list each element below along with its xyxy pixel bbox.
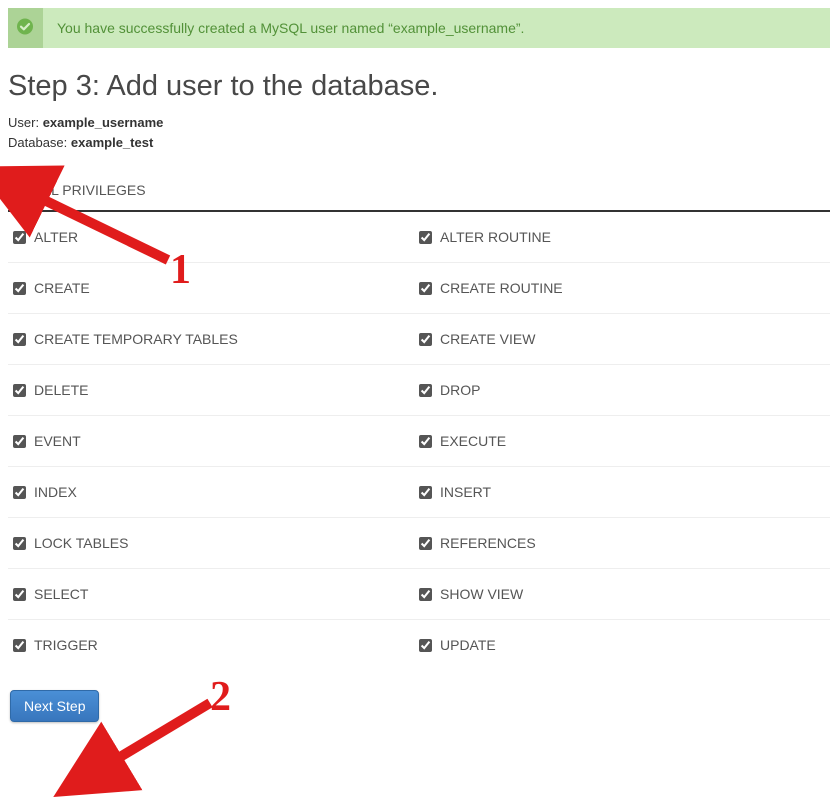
priv-references-checkbox[interactable] [419, 537, 432, 550]
priv-index-checkbox[interactable] [13, 486, 26, 499]
priv-label: SELECT [34, 586, 88, 602]
all-privileges-checkbox[interactable] [13, 184, 26, 197]
success-alert-text: You have successfully created a MySQL us… [57, 20, 524, 36]
success-alert: You have successfully created a MySQL us… [8, 8, 830, 48]
priv-drop-checkbox[interactable] [419, 384, 432, 397]
priv-label: DROP [440, 382, 480, 398]
meta-block: User: example_username Database: example… [8, 113, 830, 152]
priv-delete-checkbox[interactable] [13, 384, 26, 397]
priv-label: CREATE VIEW [440, 331, 535, 347]
priv-label: INSERT [440, 484, 491, 500]
privileges-box: ALL PRIVILEGES ALTER ALTER ROUTINE CREAT… [8, 170, 830, 670]
priv-show-view-checkbox[interactable] [419, 588, 432, 601]
priv-label: REFERENCES [440, 535, 536, 551]
priv-label: LOCK TABLES [34, 535, 128, 551]
next-step-button[interactable]: Next Step [10, 690, 99, 722]
priv-label: CREATE ROUTINE [440, 280, 563, 296]
check-circle-icon [16, 18, 34, 39]
priv-alter-routine-checkbox[interactable] [419, 231, 432, 244]
annotation-number-2: 2 [210, 674, 231, 720]
priv-label: UPDATE [440, 637, 496, 653]
priv-lock-tables-checkbox[interactable] [13, 537, 26, 550]
priv-label: CREATE TEMPORARY TABLES [34, 331, 238, 347]
priv-update-checkbox[interactable] [419, 639, 432, 652]
user-value: example_username [43, 115, 164, 130]
all-privileges-label: ALL PRIVILEGES [34, 182, 146, 198]
priv-label: SHOW VIEW [440, 586, 523, 602]
priv-insert-checkbox[interactable] [419, 486, 432, 499]
database-label: Database: [8, 135, 67, 150]
priv-label: TRIGGER [34, 637, 98, 653]
priv-label: ALTER ROUTINE [440, 229, 551, 245]
priv-label: CREATE [34, 280, 90, 296]
priv-trigger-checkbox[interactable] [13, 639, 26, 652]
priv-label: ALTER [34, 229, 78, 245]
priv-create-temp-tables-checkbox[interactable] [13, 333, 26, 346]
priv-alter-checkbox[interactable] [13, 231, 26, 244]
priv-label: DELETE [34, 382, 88, 398]
priv-select-checkbox[interactable] [13, 588, 26, 601]
page-title: Step 3: Add user to the database. [8, 70, 830, 103]
priv-create-view-checkbox[interactable] [419, 333, 432, 346]
priv-event-checkbox[interactable] [13, 435, 26, 448]
priv-label: EXECUTE [440, 433, 506, 449]
priv-create-routine-checkbox[interactable] [419, 282, 432, 295]
priv-execute-checkbox[interactable] [419, 435, 432, 448]
priv-create-checkbox[interactable] [13, 282, 26, 295]
priv-label: EVENT [34, 433, 81, 449]
database-value: example_test [71, 135, 153, 150]
user-label: User: [8, 115, 39, 130]
priv-label: INDEX [34, 484, 77, 500]
